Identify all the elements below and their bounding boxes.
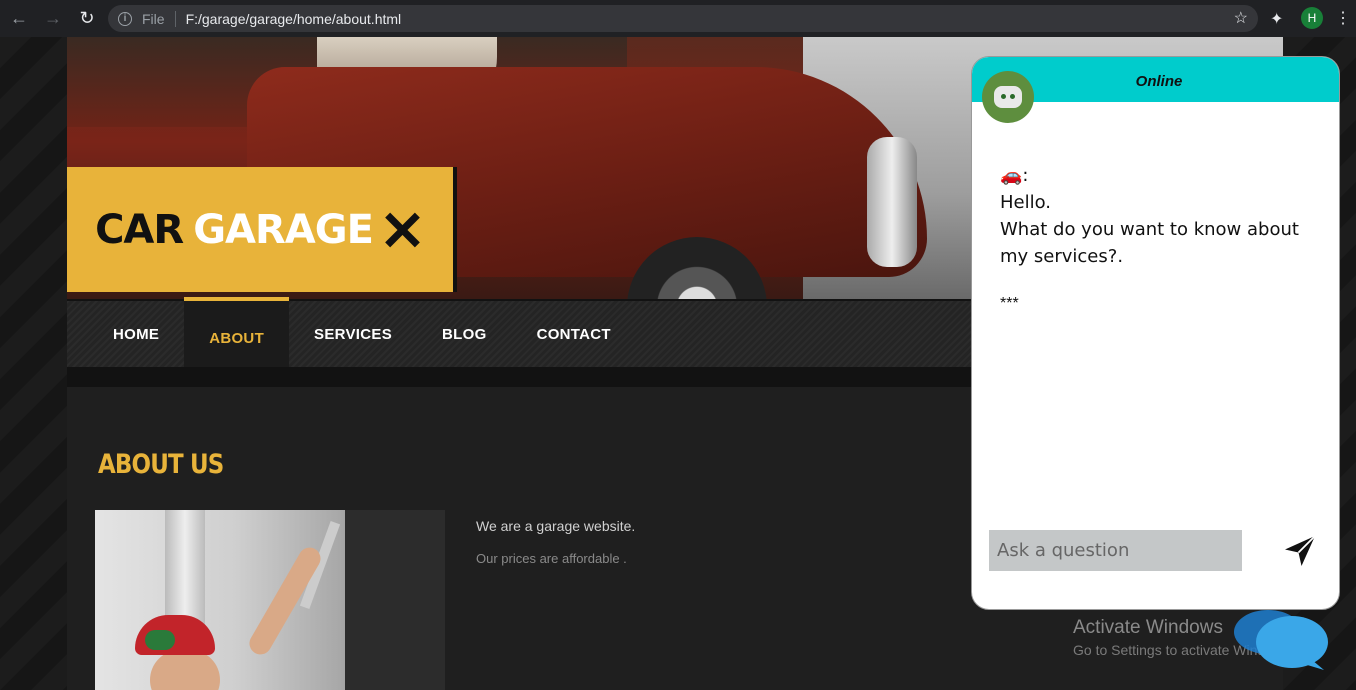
nav-blog[interactable]: BLOG — [417, 301, 512, 367]
url-text[interactable]: F:/garage/garage/home/about.html — [186, 11, 402, 27]
page-title: ABOUT US — [98, 449, 224, 480]
bookmark-star-icon[interactable]: ☆ — [1234, 8, 1248, 28]
about-intro: We are a garage website. — [476, 518, 636, 534]
send-icon[interactable] — [1282, 533, 1318, 569]
divider — [174, 10, 176, 27]
mechanic-photo — [95, 510, 445, 690]
chat-input[interactable] — [989, 530, 1242, 571]
browser-toolbar: ← → ↻ i File F:/garage/garage/home/about… — [0, 0, 1356, 37]
tools-icon — [379, 207, 425, 253]
logo-word-garage: GARAGE — [193, 206, 374, 253]
nav-services[interactable]: SERVICES — [289, 301, 417, 367]
extensions-icon[interactable]: ✦ — [1270, 9, 1288, 28]
bot-message: 🚗: Hello. What do you want to know about… — [1000, 162, 1320, 270]
background-pattern — [0, 37, 67, 690]
message-prefix: 🚗: — [1000, 165, 1029, 186]
forward-icon[interactable]: → — [38, 4, 68, 34]
profile-avatar[interactable]: H — [1301, 7, 1323, 29]
reload-icon[interactable]: ↻ — [72, 4, 102, 34]
message-line: What do you want to know about my servic… — [1000, 219, 1299, 267]
back-icon[interactable]: ← — [4, 4, 34, 34]
chat-bubble-icon[interactable] — [1232, 608, 1328, 672]
menu-dots-icon[interactable]: ⋮ — [1335, 8, 1351, 28]
site-logo[interactable]: CAR GARAGE — [67, 167, 457, 292]
nav-contact[interactable]: CONTACT — [512, 301, 636, 367]
nav-home[interactable]: HOME — [67, 301, 184, 367]
message-separator: *** — [1000, 295, 1019, 312]
bot-avatar-icon — [982, 71, 1034, 123]
windows-watermark-title: Activate Windows — [1073, 617, 1223, 638]
logo-word-car: CAR — [95, 206, 184, 253]
info-icon[interactable]: i — [118, 11, 132, 26]
chatbot-window: Online 🚗: Hello. What do you want to kno… — [971, 56, 1340, 610]
car-bumper — [867, 137, 917, 267]
nav-about[interactable]: ABOUT — [184, 297, 290, 367]
message-line: Hello. — [1000, 192, 1052, 213]
file-label: File — [142, 10, 165, 27]
about-prices: Our prices are affordable . — [476, 551, 627, 566]
address-bar[interactable]: i File F:/garage/garage/home/about.html … — [108, 5, 1258, 32]
